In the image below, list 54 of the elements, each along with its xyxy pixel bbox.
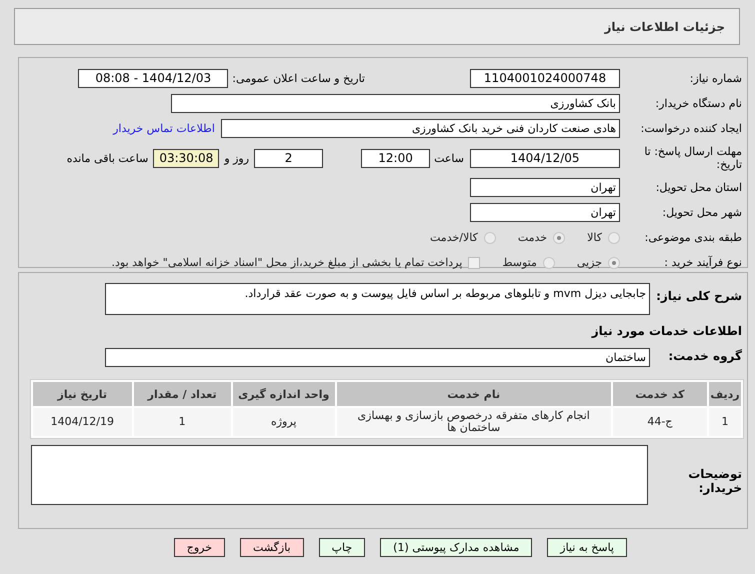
- category-radio-option[interactable]: کالا/خدمت: [430, 231, 496, 244]
- field-label: ساعت باقی مانده: [66, 152, 148, 164]
- field-label: شماره نیاز:: [688, 72, 742, 85]
- action-button[interactable]: بازگشت: [240, 538, 304, 557]
- creator-field: هادی صنعت کاردان فنی خرید بانک کشاورزی: [221, 119, 620, 138]
- action-button[interactable]: پاسخ به نیاز: [547, 538, 627, 557]
- days-field: 2: [254, 148, 324, 168]
- column-header: تعداد / مقدار: [134, 382, 231, 406]
- field-label: شهر محل تحویل:: [661, 206, 742, 219]
- field-label: ایجاد کننده درخواست:: [640, 122, 742, 135]
- field-label: مهلت ارسال پاسخ: تا تاریخ:: [643, 145, 742, 171]
- need-number-field: 1104001024000748: [470, 69, 620, 88]
- column-header: ردیف: [709, 382, 741, 406]
- remaining-time-field: 03:30:08: [153, 148, 220, 168]
- buyer-notes-label: توضیحات خریدار:: [687, 466, 742, 495]
- table-cell: پروژه: [232, 408, 335, 436]
- column-header: کد خدمت: [612, 382, 708, 406]
- buyer-field: بانک کشاورزی: [171, 94, 620, 113]
- action-button[interactable]: مشاهده مدارک پیوستی (1): [380, 538, 532, 557]
- service-group-label: گروه خدمت:: [667, 348, 742, 363]
- action-button[interactable]: چاپ: [318, 538, 366, 557]
- city-field: تهران: [470, 203, 620, 222]
- field-label: نام دستگاه خریدار:: [654, 97, 742, 110]
- description-label: شرح کلی نیاز:: [655, 288, 742, 303]
- field-label: تاریخ و ساعت اعلان عمومی:: [232, 72, 365, 85]
- field-label: ساعت: [434, 152, 464, 164]
- description-textarea[interactable]: جابجایی دیزل mvm و تابلوهای مربوطه بر اساس فایل پیوست و به صورت عقد قرارداد.: [105, 283, 650, 315]
- service-group-field: ساختمان: [105, 348, 650, 367]
- table-cell: 1: [134, 408, 231, 436]
- deadline-time-field: 12:00: [361, 148, 430, 168]
- table-cell: 1: [709, 408, 741, 436]
- deadline-date-field: 1404/12/05: [470, 148, 620, 168]
- announce-date-field: 1404/12/03 - 08:08: [78, 69, 228, 88]
- column-header: نام خدمت: [336, 382, 611, 406]
- column-header: تاریخ نیاز: [33, 382, 132, 406]
- action-button[interactable]: خروج: [174, 538, 226, 557]
- column-header: واحد اندازه گیری: [232, 382, 335, 406]
- buyer-notes-textarea[interactable]: [31, 445, 648, 505]
- field-label: طبقه بندی موضوعی:: [644, 231, 742, 244]
- table-cell: 1404/12/19: [33, 408, 132, 436]
- category-radio-option[interactable]: خدمت: [518, 231, 566, 244]
- payment-checkbox-option[interactable]: پرداخت تمام یا بخشی از مبلغ خرید،از محل "اسناد خزانه اسلامی" خواهد بود.: [112, 256, 480, 269]
- section-title: اطلاعات خدمات مورد نیاز: [590, 324, 742, 338]
- process-radio-option[interactable]: متوسط: [502, 256, 555, 269]
- field-label: روز و: [224, 152, 250, 164]
- field-label: نوع فرآیند خرید :: [663, 256, 742, 269]
- page-title: جزئیات اطلاعات نیاز: [604, 20, 725, 34]
- field-label: استان محل تحویل:: [654, 181, 742, 194]
- category-radio-option[interactable]: کالا: [587, 231, 620, 244]
- process-radio-option[interactable]: جزیی: [576, 256, 620, 269]
- table-cell: ج-44: [612, 408, 708, 436]
- table-cell: انجام کارهای متفرقه درخصوص بازسازی و بهسازی ساختمان ها: [336, 408, 611, 436]
- contact-info-link[interactable]: اطلاعات تماس خریدار: [113, 122, 215, 135]
- province-field: تهران: [470, 178, 620, 197]
